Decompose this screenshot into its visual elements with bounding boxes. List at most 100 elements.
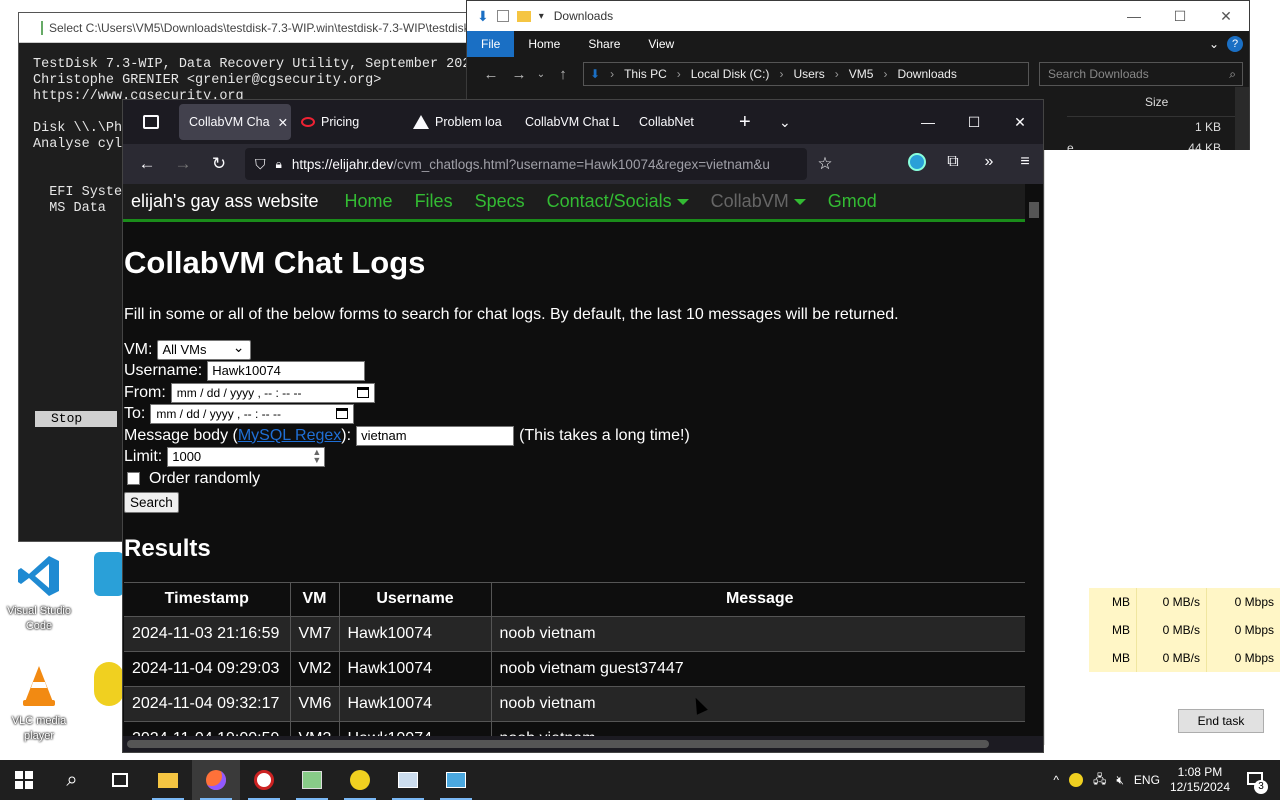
- forward-icon[interactable]: →: [505, 66, 533, 83]
- calendar-icon[interactable]: [356, 386, 369, 398]
- close-tab-icon[interactable]: ✕: [278, 115, 288, 130]
- menu-icon[interactable]: ≡: [1007, 153, 1043, 176]
- nav-specs[interactable]: Specs: [475, 191, 525, 212]
- page-horizontal-scrollbar[interactable]: [123, 736, 1043, 752]
- desktop-icon-vscode[interactable]: Visual Studio Code: [6, 552, 72, 634]
- new-tab-button[interactable]: +: [729, 104, 769, 140]
- show-hidden-icons-icon[interactable]: ^: [1053, 773, 1059, 787]
- taskbar-360-security[interactable]: [336, 760, 384, 800]
- end-task-button[interactable]: End task: [1178, 709, 1264, 733]
- reload-icon[interactable]: ↻: [201, 154, 237, 174]
- process-row[interactable]: MB 0 MB/s 0 Mbps: [1089, 616, 1280, 644]
- minimize-button[interactable]: —: [905, 100, 951, 144]
- page-scrollbar[interactable]: [1025, 184, 1043, 739]
- forward-icon[interactable]: →: [165, 154, 201, 174]
- stop-option[interactable]: Stop: [35, 411, 117, 427]
- close-button[interactable]: ✕: [997, 100, 1043, 144]
- mysql-regex-link[interactable]: MySQL Regex: [238, 427, 341, 445]
- process-row[interactable]: MB 0 MB/s 0 Mbps: [1089, 644, 1280, 672]
- language-indicator[interactable]: ENG: [1134, 773, 1160, 787]
- search-taskbar-button[interactable]: ⌕: [48, 760, 96, 800]
- notification-center-button[interactable]: 3: [1240, 772, 1270, 794]
- scrollbar-thumb[interactable]: [1029, 202, 1039, 218]
- spinner-icon[interactable]: ▲ ▼: [312, 448, 321, 465]
- from-datetime-input[interactable]: mm / dd / yyyy , -- : -- --: [170, 382, 375, 403]
- list-all-tabs-icon[interactable]: ⌄: [769, 104, 809, 140]
- ribbon-tab-view[interactable]: View: [634, 31, 688, 57]
- ribbon-tab-file[interactable]: File: [467, 31, 515, 57]
- breadcrumb-users[interactable]: Users: [793, 67, 824, 81]
- tab-collabvm-chat-logs[interactable]: CollabVM Cha ✕: [179, 104, 291, 140]
- folder-icon[interactable]: [516, 10, 531, 22]
- ribbon-expand-icon[interactable]: ⌄: [1209, 37, 1219, 51]
- nav-collabvm[interactable]: CollabVM: [711, 191, 806, 212]
- lock-icon[interactable]: 🔒︎: [276, 157, 282, 172]
- tab-collabvm-chat-logs-2[interactable]: CollabVM Chat L: [515, 104, 629, 140]
- maximize-button[interactable]: ☐: [951, 100, 997, 144]
- nav-contact-socials[interactable]: Contact/Socials: [547, 191, 689, 212]
- task-manager-window[interactable]: MB 0 MB/s 0 Mbps MB 0 MB/s 0 Mbps MB 0 MB/s 0 Mb…: [1044, 150, 1280, 745]
- nav-gmod[interactable]: Gmod: [828, 191, 877, 212]
- breadcrumb-local-disk[interactable]: Local Disk (C:): [691, 67, 770, 81]
- 360-tray-icon[interactable]: [1068, 773, 1083, 787]
- chevron-down-icon[interactable]: ▾: [539, 11, 544, 22]
- taskbar-ccleaner[interactable]: [240, 760, 288, 800]
- nav-home[interactable]: Home: [345, 191, 393, 212]
- ribbon-tab-home[interactable]: Home: [514, 31, 574, 57]
- limit-input[interactable]: 1000 ▲ ▼: [167, 447, 326, 468]
- volume-muted-icon[interactable]: 🔇︎: [1116, 773, 1124, 788]
- properties-icon[interactable]: [496, 10, 509, 22]
- message-input[interactable]: vietnam: [356, 425, 515, 446]
- back-icon[interactable]: ←: [129, 154, 165, 174]
- desktop-icon-partial[interactable]: [94, 662, 124, 714]
- explorer-title-bar[interactable]: ⬇ ▾ Downloads — ☐ ✕: [467, 1, 1249, 31]
- scrollbar-thumb[interactable]: [127, 740, 989, 748]
- username-input[interactable]: Hawk10074: [207, 361, 366, 382]
- tab-problem-loading[interactable]: Problem loa: [403, 104, 515, 140]
- up-icon[interactable]: ↑: [549, 66, 577, 83]
- order-randomly-checkbox[interactable]: [127, 472, 140, 486]
- terminal-title-bar[interactable]: Select C:\Users\VM5\Downloads\testdisk-7…: [19, 13, 477, 43]
- task-view-button[interactable]: [96, 760, 144, 800]
- shield-icon[interactable]: ⛉: [255, 156, 266, 173]
- taskbar-firefox[interactable]: [192, 760, 240, 800]
- column-header-size[interactable]: Size: [1067, 87, 1235, 117]
- start-button[interactable]: [0, 760, 48, 800]
- bookmark-star-icon[interactable]: ☆: [807, 154, 843, 174]
- tab-overview-icon[interactable]: [123, 104, 179, 140]
- breadcrumb-this-pc[interactable]: This PC: [624, 67, 667, 81]
- extensions-icon[interactable]: ⧉: [935, 153, 971, 176]
- back-icon[interactable]: ←: [477, 66, 505, 83]
- calendar-icon[interactable]: [336, 408, 349, 420]
- help-icon[interactable]: ?: [1227, 36, 1243, 52]
- desktop-icon-partial[interactable]: [94, 552, 124, 604]
- breadcrumb-downloads[interactable]: Downloads: [897, 67, 956, 81]
- ribbon-tab-share[interactable]: Share: [574, 31, 634, 57]
- taskbar-app[interactable]: [432, 760, 480, 800]
- taskbar-task-manager[interactable]: [384, 760, 432, 800]
- taskbar-file-explorer[interactable]: [144, 760, 192, 800]
- network-icon[interactable]: 🖧︎: [1093, 770, 1106, 791]
- url-bar[interactable]: ⛉ 🔒︎ https://elijahr.dev/cvm_chatlogs.ht…: [245, 148, 807, 180]
- minimize-button[interactable]: —: [1111, 8, 1157, 25]
- recent-locations-icon[interactable]: ⌄: [533, 69, 549, 80]
- account-icon[interactable]: [899, 152, 935, 176]
- desktop-icon-vlc[interactable]: VLC media player: [6, 662, 72, 744]
- clock[interactable]: 1:08 PM 12/15/2024: [1170, 765, 1230, 795]
- search-input[interactable]: Search Downloads ⌕: [1039, 62, 1243, 86]
- vm-select[interactable]: All VMs: [157, 338, 252, 360]
- nav-files[interactable]: Files: [415, 191, 453, 212]
- tab-collabnet[interactable]: CollabNet: [629, 104, 729, 140]
- firefox-window[interactable]: CollabVM Cha ✕ Pricing Problem loa Colla…: [122, 99, 1044, 753]
- maximize-button[interactable]: ☐: [1157, 8, 1203, 25]
- process-row[interactable]: MB 0 MB/s 0 Mbps: [1089, 588, 1280, 616]
- address-bar[interactable]: ⬇ › This PC › Local Disk (C:) › Users › …: [583, 62, 1029, 86]
- taskbar-testdisk[interactable]: [288, 760, 336, 800]
- file-row[interactable]: 1 KB: [1067, 117, 1235, 138]
- close-button[interactable]: ✕: [1203, 8, 1249, 25]
- tab-pricing[interactable]: Pricing: [291, 104, 403, 140]
- more-tools-icon[interactable]: »: [971, 153, 1007, 176]
- breadcrumb-vm5[interactable]: VM5: [849, 67, 874, 81]
- to-datetime-input[interactable]: mm / dd / yyyy , -- : -- --: [150, 404, 355, 425]
- search-button[interactable]: Search: [124, 491, 179, 513]
